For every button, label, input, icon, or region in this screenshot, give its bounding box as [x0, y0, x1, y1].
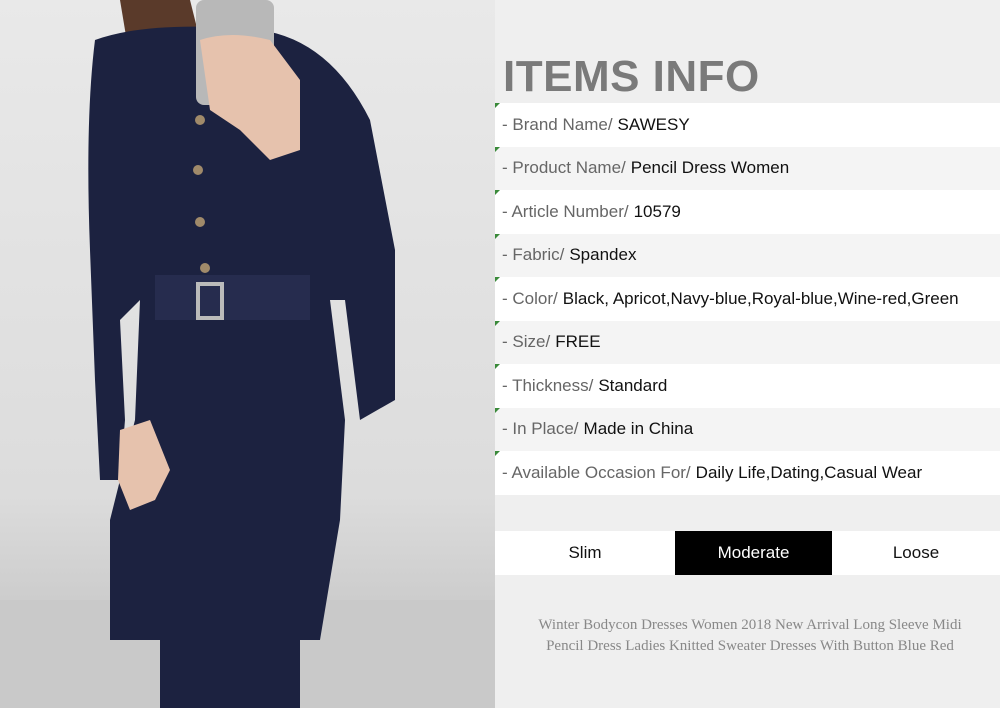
corner-tick-icon — [495, 190, 500, 195]
info-row-size: - Size/FREE — [495, 320, 1000, 364]
page-title: ITEMS INFO — [503, 52, 760, 101]
info-label: - Size/ — [502, 332, 551, 352]
product-description: Winter Bodycon Dresses Women 2018 New Ar… — [538, 617, 962, 654]
info-row-color: - Color/Black, Apricot,Navy-blue,Royal-b… — [495, 277, 1000, 321]
info-value: FREE — [555, 332, 601, 352]
fit-selector: Slim Moderate Loose — [495, 531, 1000, 575]
info-label: - Thickness/ — [502, 375, 594, 395]
info-value: 10579 — [633, 201, 681, 221]
items-info-panel: ITEMS INFO - Brand Name/SAWESY - Product… — [495, 0, 1000, 708]
info-label: - Fabric/ — [502, 245, 565, 265]
info-value: Spandex — [569, 245, 637, 265]
info-value: Made in China — [583, 419, 694, 439]
info-label: - Article Number/ — [502, 201, 629, 221]
info-row-article-number: - Article Number/10579 — [495, 190, 1000, 234]
info-label: - Available Occasion For/ — [502, 462, 691, 482]
info-label: - Brand Name/ — [502, 114, 613, 134]
info-row-fabric: - Fabric/Spandex — [495, 233, 1000, 277]
info-row-thickness: - Thickness/Standard — [495, 364, 1000, 408]
fit-option-loose[interactable]: Loose — [832, 531, 1000, 575]
info-table: - Brand Name/SAWESY - Product Name/Penci… — [495, 103, 1000, 495]
info-row-occasion: - Available Occasion For/Daily Life,Dati… — [495, 451, 1000, 495]
info-value: Daily Life,Dating,Casual Wear — [695, 462, 923, 482]
product-photo — [0, 0, 495, 708]
corner-tick-icon — [495, 407, 500, 413]
corner-tick-icon — [495, 277, 500, 282]
info-value: Standard — [598, 375, 668, 395]
model-illustration — [0, 0, 495, 708]
info-value: Pencil Dress Women — [630, 158, 790, 178]
info-label: - Color/ — [502, 288, 558, 308]
fit-option-moderate[interactable]: Moderate — [675, 531, 832, 575]
corner-tick-icon — [495, 103, 500, 108]
corner-tick-icon — [495, 451, 500, 456]
corner-tick-icon — [495, 364, 500, 369]
fit-option-slim[interactable]: Slim — [495, 531, 675, 575]
info-row-in-place: - In Place/Made in China — [495, 407, 1000, 451]
corner-tick-icon — [495, 233, 500, 239]
info-label: - In Place/ — [502, 419, 579, 439]
info-row-product-name: - Product Name/Pencil Dress Women — [495, 146, 1000, 190]
info-value: SAWESY — [617, 114, 690, 134]
info-label: - Product Name/ — [502, 158, 626, 178]
info-row-brand: - Brand Name/SAWESY — [495, 103, 1000, 147]
corner-tick-icon — [495, 320, 500, 326]
corner-tick-icon — [495, 146, 500, 152]
info-value: Black, Apricot,Navy-blue,Royal-blue,Wine… — [562, 288, 959, 308]
